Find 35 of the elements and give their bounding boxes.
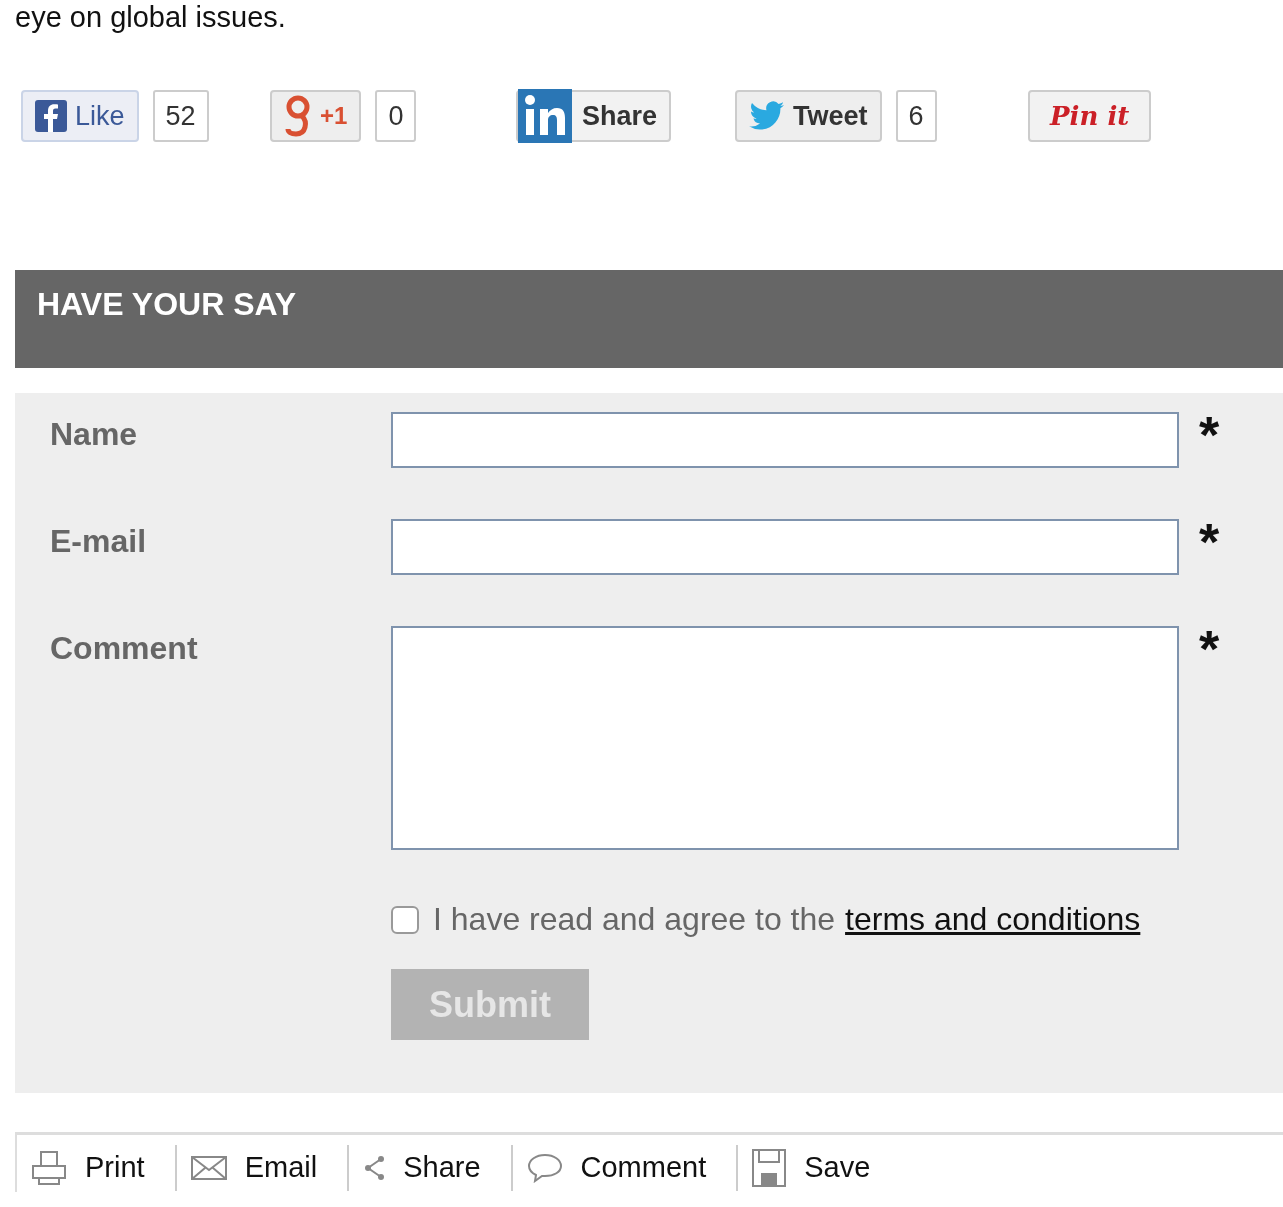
- linkedin-icon: [518, 89, 572, 143]
- required-marker: *: [1199, 519, 1220, 565]
- required-marker: *: [1199, 626, 1220, 672]
- share-count: 0: [375, 90, 417, 142]
- email-link[interactable]: Email: [176, 1144, 350, 1191]
- field-label: Name: [50, 416, 139, 453]
- input-field[interactable]: [391, 412, 1179, 468]
- required-marker: *: [1199, 412, 1220, 458]
- pin-it-button[interactable]: Pin it: [1028, 90, 1152, 142]
- tweet-button[interactable]: Tweet: [735, 90, 882, 142]
- share-icon: [363, 1154, 386, 1181]
- field-label: E-mail: [50, 523, 148, 560]
- share-count: 6: [895, 90, 937, 142]
- agree-text: I have read and agree to the: [433, 901, 836, 938]
- facebook-icon: [35, 100, 67, 132]
- intro-text: eye on global issues.: [15, 0, 287, 34]
- checkbox[interactable]: [391, 905, 419, 934]
- printer-icon: [31, 1149, 67, 1186]
- share-link[interactable]: Share: [349, 1144, 513, 1191]
- share-count: 52: [152, 90, 209, 142]
- share-button[interactable]: Share: [516, 90, 672, 142]
- input-field[interactable]: [391, 519, 1179, 575]
- print-link[interactable]: Print: [17, 1144, 177, 1191]
- comment-link[interactable]: Comment: [512, 1144, 739, 1191]
- g-logo-icon: [284, 94, 312, 138]
- like-button[interactable]: Like: [21, 90, 139, 142]
- envelope-icon: [190, 1155, 227, 1180]
- bird-icon: [749, 101, 785, 131]
- speech-bubble-icon: [526, 1152, 563, 1183]
- comment-field[interactable]: [391, 626, 1179, 850]
- plus-one-button[interactable]: +1: [270, 90, 362, 142]
- terms-link[interactable]: terms and conditions: [845, 901, 1141, 938]
- save-link[interactable]: Save: [738, 1144, 901, 1191]
- field-label: Comment: [50, 630, 199, 667]
- section-header: HAVE YOUR SAY: [15, 270, 1283, 368]
